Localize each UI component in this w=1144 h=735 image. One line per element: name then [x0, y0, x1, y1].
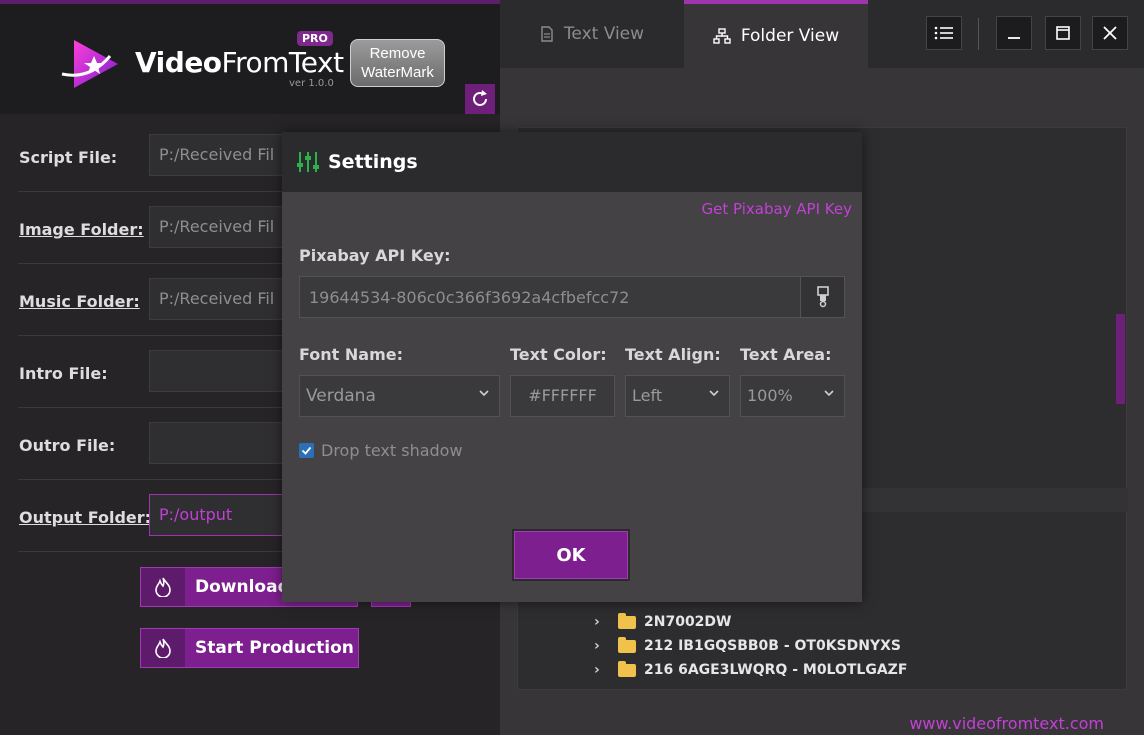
text-area-value: 100% [747, 386, 793, 405]
image-folder-input[interactable]: P:/Received Fil [149, 206, 289, 248]
chevron-right-icon[interactable]: › [594, 662, 618, 678]
text-color-label: Text Color: [510, 345, 607, 364]
close-button[interactable] [1092, 16, 1128, 50]
tab-folder-view[interactable]: Folder View [684, 0, 868, 68]
toolbar-divider [978, 18, 979, 50]
image-folder-label[interactable]: Image Folder: [19, 220, 144, 239]
text-align-value: Left [632, 386, 663, 405]
drop-shadow-row: Drop text shadow [299, 441, 463, 460]
font-name-select[interactable]: Verdana [299, 375, 500, 417]
tree-item-label: 212 IB1GQSBB0B - OT0KSDNYXS [644, 638, 901, 654]
chevron-down-icon [479, 390, 489, 397]
close-icon [1103, 26, 1117, 40]
view-tabs: Text View Folder View [500, 0, 1144, 68]
output-folder-label[interactable]: Output Folder: [19, 508, 151, 527]
sitemap-icon [713, 28, 731, 44]
start-production-button[interactable]: Start Production [140, 628, 359, 668]
flame-icon [141, 568, 185, 606]
text-area-select[interactable]: 100% [740, 375, 845, 417]
checkmark-icon [301, 446, 312, 455]
flame-icon [141, 629, 185, 667]
logo-icon [61, 40, 118, 88]
remove-watermark-button[interactable]: Remove WaterMark [350, 39, 445, 87]
drop-shadow-checkbox[interactable] [299, 443, 314, 458]
download-label: Download [195, 577, 290, 597]
settings-title: Settings [328, 151, 418, 173]
remove-watermark-line2: WaterMark [361, 64, 434, 81]
menu-button[interactable] [926, 16, 962, 50]
document-icon [540, 26, 554, 42]
text-area-label: Text Area: [740, 345, 832, 364]
text-align-select[interactable]: Left [625, 375, 730, 417]
refresh-icon [473, 90, 487, 106]
api-key-value: 19644534-806c0c366f3692a4cfbefcc72 [309, 288, 630, 307]
tab-text-view[interactable]: Text View [500, 0, 684, 68]
music-folder-input[interactable]: P:/Received Fil [149, 278, 289, 320]
ok-button[interactable]: OK [514, 531, 628, 579]
outro-file-input[interactable] [149, 422, 289, 464]
tree-item[interactable]: › 216 6AGE3LWQRQ - M0LOTLGAZF [594, 659, 907, 681]
tree-item[interactable]: › 212 IB1GQSBB0B - OT0KSDNYXS [594, 635, 901, 657]
api-key-field[interactable]: 19644534-806c0c366f3692a4cfbefcc72 [299, 276, 845, 318]
brand-name: VideoFromText [135, 46, 344, 79]
script-file-input[interactable]: P:/Received Fil [149, 134, 289, 176]
minimize-button[interactable] [996, 16, 1032, 50]
script-file-label: Script File: [19, 148, 118, 167]
tree-item-label: 216 6AGE3LWQRQ - M0LOTLGAZF [644, 662, 908, 678]
outro-file-label: Outro File: [19, 436, 116, 455]
app-window: VideoFromText PRO ver 1.0.0 Remove Water… [0, 0, 1144, 735]
usb-key-icon [816, 286, 829, 308]
refresh-button[interactable] [465, 84, 495, 114]
chevron-down-icon [824, 390, 834, 397]
text-color-value: #FFFFFF [528, 386, 597, 405]
get-api-key-link[interactable]: Get Pixabay API Key [701, 200, 852, 218]
tab-folder-view-label: Folder View [740, 26, 840, 46]
chevron-down-icon [709, 390, 719, 397]
start-production-label: Start Production [195, 638, 354, 658]
output-folder-input[interactable]: P:/output [149, 494, 289, 536]
drop-shadow-label[interactable]: Drop text shadow [321, 441, 463, 460]
website-link[interactable]: www.videofromtext.com [909, 714, 1104, 733]
sliders-icon [297, 152, 319, 172]
tree-item-label: 2N7002DW [644, 614, 732, 630]
remove-watermark-line1: Remove [369, 45, 426, 62]
maximize-icon [1056, 26, 1070, 40]
folder-icon [618, 612, 636, 629]
font-name-value: Verdana [306, 386, 376, 406]
settings-dialog: Settings Get Pixabay API Key Pixabay API… [282, 132, 862, 602]
minimize-icon [1008, 37, 1020, 39]
api-key-button[interactable] [800, 277, 844, 317]
tree-item[interactable]: › 2N7002DW [594, 611, 732, 633]
folder-icon [618, 660, 636, 677]
intro-file-input[interactable] [149, 350, 289, 392]
maximize-button[interactable] [1045, 16, 1081, 50]
version-label: ver 1.0.0 [289, 78, 334, 89]
brand-header: VideoFromText PRO ver 1.0.0 Remove Water… [0, 4, 500, 114]
list-icon [934, 26, 953, 40]
music-folder-label[interactable]: Music Folder: [19, 292, 140, 311]
text-color-input[interactable]: #FFFFFF [510, 375, 615, 417]
pro-badge: PRO [297, 31, 333, 46]
chevron-right-icon[interactable]: › [594, 614, 618, 630]
chevron-right-icon[interactable]: › [594, 638, 618, 654]
font-name-label: Font Name: [299, 345, 403, 364]
text-align-label: Text Align: [625, 345, 721, 364]
brand-name-rest: FromText [221, 46, 345, 79]
intro-file-label: Intro File: [19, 364, 108, 383]
settings-header: Settings [282, 132, 862, 192]
folder-icon [618, 636, 636, 653]
tree-scrollbar-thumb[interactable] [1116, 314, 1125, 404]
brand-name-bold: Video [135, 46, 222, 79]
api-key-label: Pixabay API Key: [299, 246, 451, 265]
tab-text-view-label: Text View [563, 24, 645, 44]
